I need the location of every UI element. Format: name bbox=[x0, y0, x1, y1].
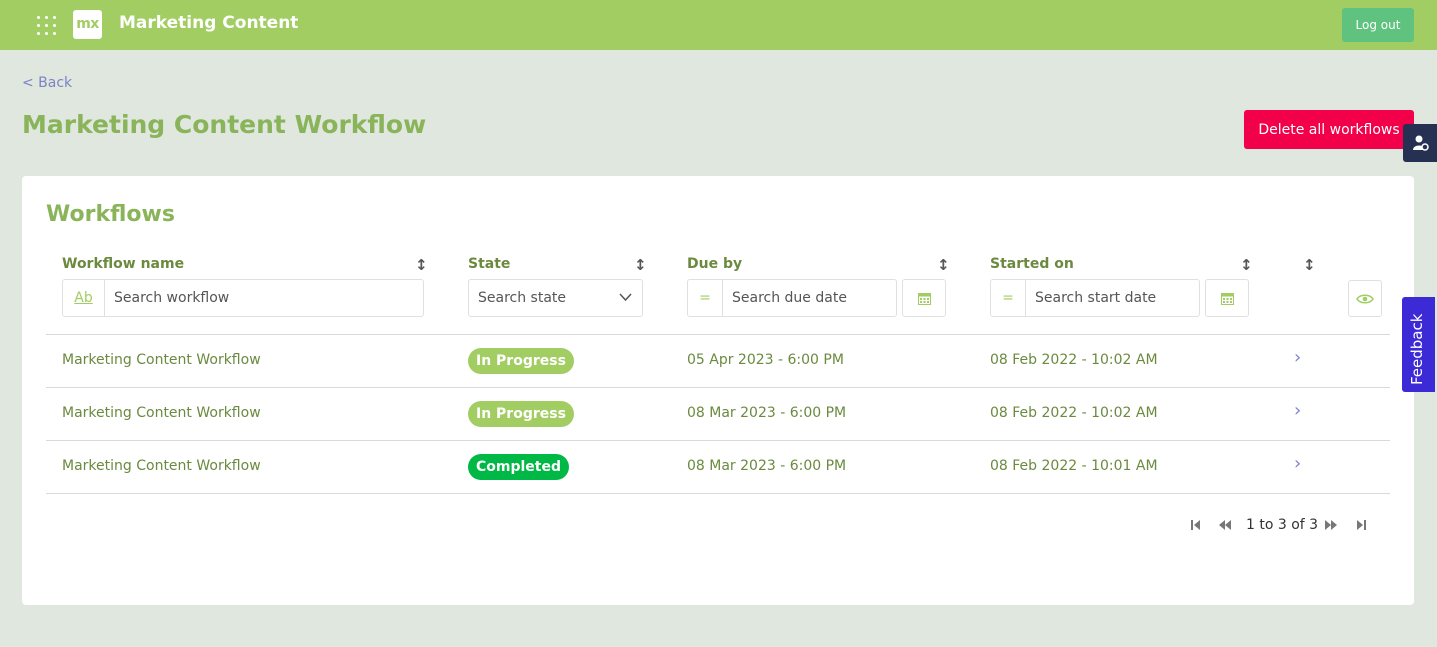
text-filter-type-icon[interactable]: Ab bbox=[63, 280, 105, 316]
column-visibility-button[interactable] bbox=[1348, 280, 1382, 317]
workflow-name-cell: Marketing Content Workflow bbox=[62, 352, 261, 368]
start-date-placeholder: Search start date bbox=[1035, 290, 1157, 306]
back-link[interactable]: < Back bbox=[22, 75, 72, 91]
top-bar: mx Marketing Content Log out bbox=[0, 0, 1437, 50]
sort-icon[interactable]: ↕ bbox=[937, 256, 950, 274]
due-date-calendar-button[interactable] bbox=[902, 279, 946, 317]
mendix-logo: mx bbox=[73, 10, 102, 39]
last-page-icon[interactable] bbox=[1355, 519, 1367, 531]
started-on-cell: 08 Feb 2022 - 10:02 AM bbox=[990, 405, 1158, 421]
table-row[interactable]: Marketing Content Workflow In Progress 0… bbox=[46, 387, 1390, 440]
next-page-icon[interactable] bbox=[1324, 519, 1338, 531]
due-by-cell: 08 Mar 2023 - 6:00 PM bbox=[687, 405, 847, 421]
start-date-filter[interactable]: = Search start date bbox=[990, 279, 1200, 317]
workflow-name-filter[interactable]: Ab Search workflow bbox=[62, 279, 424, 317]
chevron-right-icon[interactable]: › bbox=[1294, 347, 1301, 368]
chevron-down-icon bbox=[619, 293, 632, 302]
pagination-label: 1 to 3 of 3 bbox=[1246, 517, 1319, 533]
column-header-state[interactable]: State bbox=[468, 256, 510, 272]
start-date-calendar-button[interactable] bbox=[1205, 279, 1249, 317]
app-title: Marketing Content bbox=[119, 13, 299, 33]
page-title: Marketing Content Workflow bbox=[22, 110, 427, 139]
sort-icon[interactable]: ↕ bbox=[415, 256, 428, 274]
due-date-placeholder: Search due date bbox=[732, 290, 847, 306]
due-by-cell: 05 Apr 2023 - 6:00 PM bbox=[687, 352, 844, 368]
started-on-cell: 08 Feb 2022 - 10:01 AM bbox=[990, 458, 1158, 474]
status-badge: In Progress bbox=[468, 348, 574, 374]
column-header-started-on[interactable]: Started on bbox=[990, 256, 1074, 272]
sort-icon[interactable]: ↕ bbox=[634, 256, 647, 274]
workflow-search-placeholder: Search workflow bbox=[114, 290, 230, 306]
previous-page-icon[interactable] bbox=[1218, 519, 1232, 531]
due-by-cell: 08 Mar 2023 - 6:00 PM bbox=[687, 458, 847, 474]
table-divider bbox=[46, 493, 1390, 494]
equals-filter-type-icon[interactable]: = bbox=[688, 280, 723, 316]
chevron-right-icon[interactable]: › bbox=[1294, 453, 1301, 474]
user-switch-tab[interactable] bbox=[1403, 124, 1437, 162]
feedback-label: Feedback bbox=[1408, 313, 1426, 385]
sort-icon[interactable]: ↕ bbox=[1240, 256, 1253, 274]
calendar-icon bbox=[1221, 293, 1234, 305]
column-header-workflow-name[interactable]: Workflow name bbox=[62, 256, 184, 272]
calendar-icon bbox=[918, 293, 931, 305]
app-grid-icon[interactable] bbox=[37, 16, 57, 36]
workflow-name-cell: Marketing Content Workflow bbox=[62, 405, 261, 421]
eye-icon bbox=[1356, 294, 1374, 304]
sort-icon[interactable]: ↕ bbox=[1303, 256, 1316, 274]
workflows-title: Workflows bbox=[46, 202, 175, 227]
state-search-placeholder: Search state bbox=[478, 290, 567, 306]
logout-button[interactable]: Log out bbox=[1342, 8, 1414, 42]
state-filter-select[interactable]: Search state bbox=[468, 279, 643, 317]
first-page-icon[interactable] bbox=[1190, 519, 1202, 531]
equals-filter-type-icon[interactable]: = bbox=[991, 280, 1026, 316]
status-badge: In Progress bbox=[468, 401, 574, 427]
status-badge: Completed bbox=[468, 454, 570, 480]
user-settings-icon bbox=[1413, 135, 1429, 151]
started-on-cell: 08 Feb 2022 - 10:02 AM bbox=[990, 352, 1158, 368]
table-row[interactable]: Marketing Content Workflow Completed 08 … bbox=[46, 440, 1390, 493]
workflow-name-cell: Marketing Content Workflow bbox=[62, 458, 261, 474]
feedback-tab[interactable]: Feedback bbox=[1402, 297, 1435, 392]
chevron-right-icon[interactable]: › bbox=[1294, 400, 1301, 421]
delete-all-workflows-button[interactable]: Delete all workflows bbox=[1244, 110, 1414, 149]
column-header-due-by[interactable]: Due by bbox=[687, 256, 742, 272]
table-row[interactable]: Marketing Content Workflow In Progress 0… bbox=[46, 334, 1390, 387]
due-date-filter[interactable]: = Search due date bbox=[687, 279, 897, 317]
workflows-card: Workflows Workflow name ↕ State ↕ Due by… bbox=[22, 176, 1414, 605]
